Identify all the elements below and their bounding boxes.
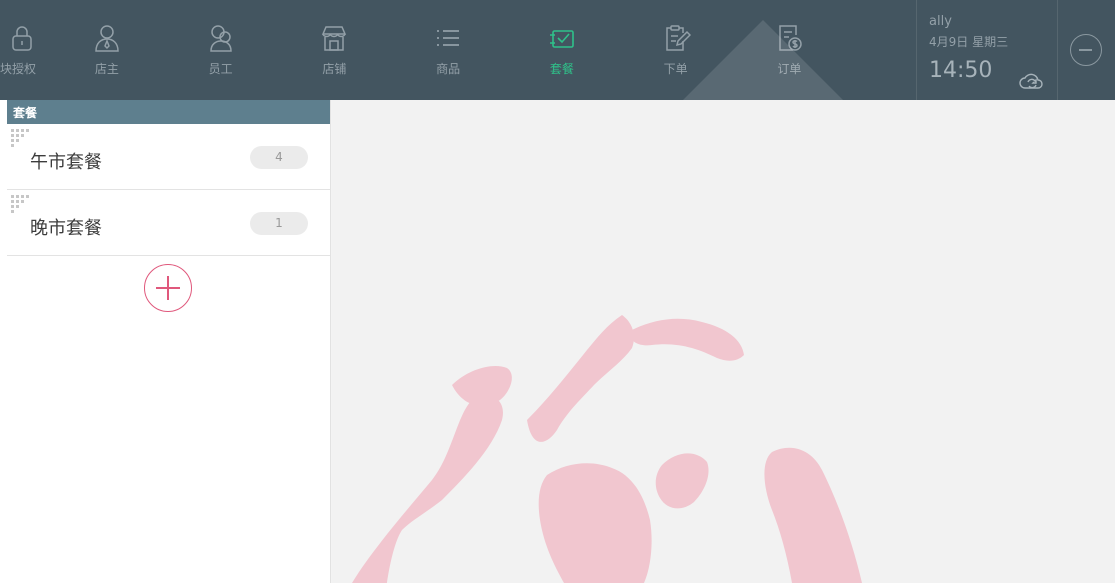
app-window: 块授权 店主 员工 店铺 商品 套餐 下单 订单 ally 4月9日 星期三 1… bbox=[0, 0, 1115, 583]
user-name: ally bbox=[929, 14, 952, 29]
receipt-icon bbox=[779, 25, 803, 51]
nav-item-place-order[interactable]: 下单 bbox=[619, 0, 733, 100]
nav-label: 块授权 bbox=[0, 62, 37, 76]
nav-label: 商品 bbox=[436, 62, 461, 76]
package-item-count: 1 bbox=[250, 212, 308, 235]
current-date: 4月9日 星期三 bbox=[929, 35, 1009, 49]
main-content-area bbox=[332, 100, 1115, 583]
nav-label: 员工 bbox=[208, 62, 233, 76]
nav-label: 店铺 bbox=[322, 62, 347, 76]
list-icon bbox=[437, 30, 460, 46]
package-item-count: 4 bbox=[250, 146, 308, 169]
nav-label: 店主 bbox=[94, 62, 119, 76]
package-icon bbox=[549, 30, 574, 48]
plus-circle-icon[interactable] bbox=[144, 264, 192, 312]
nav-item-authorize[interactable]: 块授权 bbox=[0, 0, 50, 100]
nav-label: 订单 bbox=[777, 62, 802, 76]
minus-circle-icon[interactable] bbox=[1070, 34, 1102, 66]
package-sidebar: 套餐 午市套餐 4 晚市套餐 1 bbox=[0, 100, 331, 583]
people-icon bbox=[209, 25, 232, 52]
lock-icon bbox=[12, 26, 32, 51]
nav-strip: 块授权 店主 员工 店铺 商品 套餐 下单 订单 bbox=[0, 0, 916, 100]
cloud-sync-icon[interactable] bbox=[1019, 70, 1045, 92]
nav-item-store[interactable]: 店铺 bbox=[278, 0, 392, 100]
list-item[interactable]: 晚市套餐 1 bbox=[7, 190, 330, 256]
clipboard-edit-icon bbox=[665, 25, 691, 51]
person-icon bbox=[95, 25, 119, 52]
store-icon bbox=[322, 26, 347, 51]
package-name: 午市套餐 bbox=[30, 152, 102, 173]
nav-item-package[interactable]: 套餐 bbox=[505, 0, 619, 100]
nav-item-owner[interactable]: 店主 bbox=[50, 0, 164, 100]
user-info-panel[interactable]: ally 4月9日 星期三 14:50 bbox=[916, 0, 1058, 100]
nav-item-products[interactable]: 商品 bbox=[391, 0, 505, 100]
list-item[interactable]: 午市套餐 4 bbox=[7, 124, 330, 190]
package-name: 晚市套餐 bbox=[30, 218, 102, 239]
nav-item-orders[interactable]: 订单 bbox=[733, 0, 847, 100]
top-nav-bar: 块授权 店主 员工 店铺 商品 套餐 下单 订单 ally 4月9日 星期三 1… bbox=[0, 0, 1115, 100]
brand-logo-watermark bbox=[352, 315, 862, 583]
nav-item-staff[interactable]: 员工 bbox=[164, 0, 278, 100]
nav-label: 套餐 bbox=[549, 62, 574, 76]
sidebar-header: 套餐 bbox=[7, 100, 330, 124]
nav-label: 下单 bbox=[663, 62, 688, 76]
